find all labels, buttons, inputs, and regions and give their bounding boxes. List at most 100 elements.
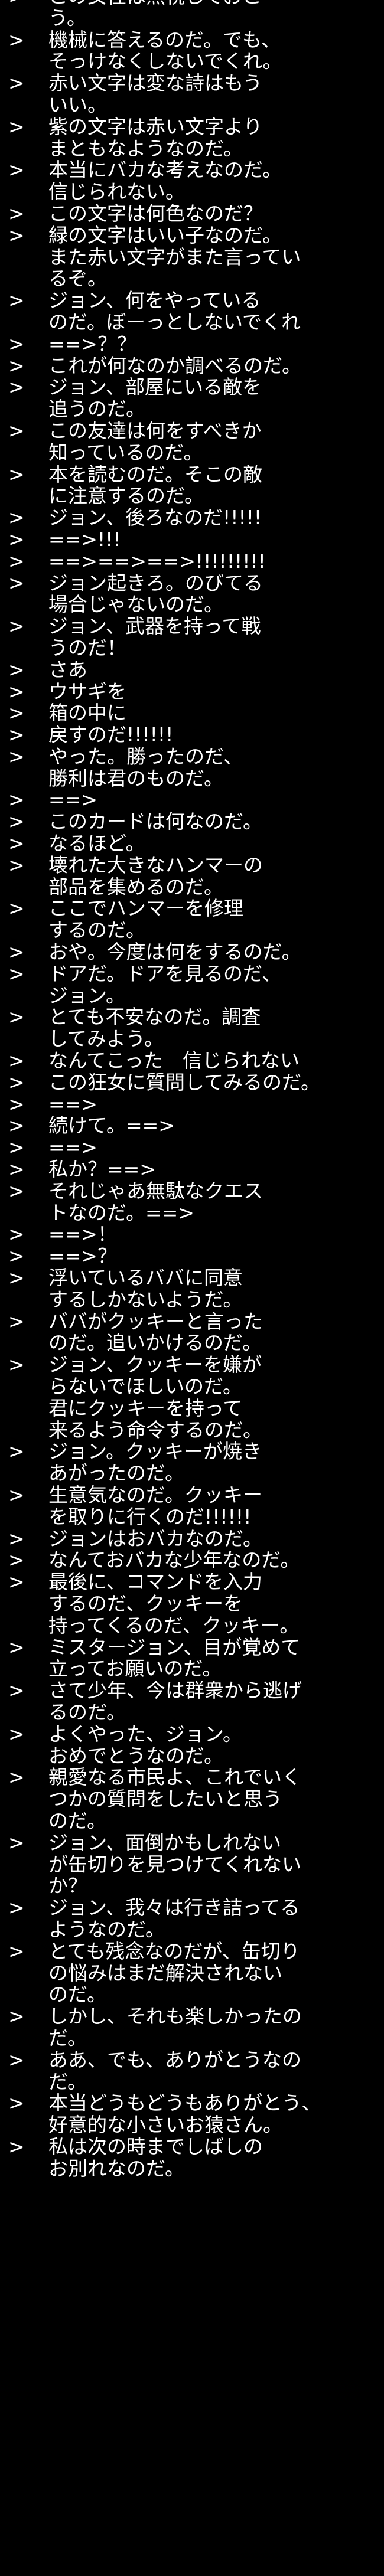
terminal-line-text: 親愛なる市民よ、これでいく — [48, 1767, 302, 1789]
terminal-line: お別れなのだ。 — [0, 2158, 384, 2180]
terminal-line: > ==>？？ — [0, 334, 384, 355]
terminal-line-text: ==>？ — [48, 1245, 117, 1268]
prompt-symbol: > — [8, 2136, 25, 2158]
terminal-line: > なんておバカな少年なのだ。 — [0, 1549, 384, 1571]
terminal-line: するしかないようだ。 — [0, 1289, 384, 1311]
terminal-line-text: この狂女に質問してみるのだ。 — [48, 1071, 321, 1094]
terminal-line-text: トなのだ。==> — [48, 1202, 194, 1224]
prompt-symbol: > — [8, 355, 25, 377]
terminal-line-text: やった。勝ったのだ、 — [48, 746, 243, 768]
terminal-line: > 本を読むのだ。そこの敵 — [0, 464, 384, 486]
terminal-line: > ババがクッキーと言った — [0, 1311, 384, 1333]
terminal-line-text: ジョン、武器を持って戦 — [48, 616, 261, 638]
terminal-line-text: だ。 — [48, 2027, 87, 2049]
terminal-line: > ==>！ — [0, 1224, 384, 1245]
terminal-line-text: さて少年、今は群衆から逃げ — [48, 1680, 302, 1702]
terminal-line: > 本当どうもどうもありがとう、 — [0, 2093, 384, 2114]
terminal-line: > ジョン、後ろなのだ!!!!! — [0, 507, 384, 529]
terminal-line: あがったのだ。 — [0, 1463, 384, 1485]
terminal-line-text: ジョンはおバカなのだ。 — [48, 1528, 263, 1550]
terminal-line-text: ジョン起きろ。のびてる — [48, 572, 263, 594]
terminal-line-text: だ。 — [48, 2071, 87, 2093]
prompt-symbol: > — [8, 811, 25, 833]
prompt-symbol: > — [8, 833, 25, 855]
terminal-line-text: 部品を集めるのだ。 — [48, 876, 224, 898]
terminal-line-text: 場合じゃないのだ。 — [48, 594, 224, 616]
prompt-symbol: > — [8, 1441, 25, 1463]
terminal-line-text: この女性は無視しておこ — [48, 0, 262, 8]
terminal-line: 持ってくるのだ、クッキー。 — [0, 1615, 384, 1637]
terminal-line: う。 — [0, 8, 384, 30]
terminal-line: のだ。ぼーっとしないでくれ — [0, 312, 384, 334]
terminal-line-text: さあ — [48, 659, 87, 681]
terminal-line-text: の悩みはまだ解決されない — [48, 1962, 282, 1985]
prompt-symbol: > — [8, 1180, 25, 1202]
terminal-line-text: 持ってくるのだ、クッキー。 — [48, 1614, 300, 1637]
terminal-line: > ==>!!! — [0, 529, 384, 551]
terminal-line-text: するのだ、クッキーを — [48, 1593, 243, 1615]
terminal-line-text: してみよう。 — [48, 1028, 164, 1051]
prompt-symbol: > — [8, 1310, 25, 1333]
terminal-line: つかの質問をしたいと思う — [0, 1789, 384, 1810]
terminal-line: らないでほしいのだ。 — [0, 1376, 384, 1398]
terminal-line: に注意するのだ。 — [0, 485, 384, 507]
terminal-line-text: ドアだ。ドアを見るのだ、 — [48, 963, 282, 985]
prompt-symbol: > — [8, 377, 25, 399]
prompt-symbol: > — [8, 550, 25, 573]
prompt-symbol: > — [8, 1571, 25, 1593]
terminal-line: > おや。今度は何をするのだ。 — [0, 942, 384, 963]
terminal-line: 信じられない。 — [0, 181, 384, 203]
terminal-line: > しかし、それも楽しかったの — [0, 2006, 384, 2028]
terminal-line-text: これが何なのか調べるのだ。 — [48, 355, 302, 377]
terminal-line-text: それじゃあ無駄なクエス — [48, 1180, 263, 1202]
terminal-line-text: のだ。 — [48, 1810, 107, 1832]
terminal-line: のだ。追いかけるのだ。 — [0, 1332, 384, 1354]
terminal-line: するのだ。 — [0, 920, 384, 942]
prompt-symbol: > — [8, 659, 25, 681]
prompt-symbol: > — [8, 116, 25, 138]
terminal-line: が缶切りを見つけてくれない — [0, 1854, 384, 1876]
terminal-line: > ==>==>==>!!!!!!!!! — [0, 551, 384, 573]
terminal-line: 部品を集めるのだ。 — [0, 877, 384, 898]
terminal-line-text: ババがクッキーと言った — [48, 1310, 263, 1333]
prompt-symbol: > — [8, 898, 25, 920]
terminal-line-text: 君にクッキーを持って — [48, 1397, 243, 1420]
terminal-line: 来るよう命令するのだ。 — [0, 1420, 384, 1441]
prompt-symbol: > — [8, 1832, 25, 1854]
terminal-line: いい。 — [0, 94, 384, 116]
terminal-line: > ここでハンマーを修理 — [0, 898, 384, 920]
terminal-line: のだ。 — [0, 1810, 384, 1832]
terminal-line-text: この文字は何色なのだ？ — [48, 202, 263, 225]
terminal-line: > 最後に、コマンドを入力 — [0, 1571, 384, 1593]
terminal-line-text: う。 — [48, 7, 87, 30]
terminal-line-text: 生意気なのだ。クッキー — [48, 1484, 263, 1506]
prompt-symbol: > — [8, 1767, 25, 1789]
prompt-symbol: > — [8, 1528, 25, 1550]
terminal-line-text: ジョン、面倒かもしれない — [48, 1832, 282, 1854]
terminal-line: > 私か？==> — [0, 1159, 384, 1181]
prompt-symbol: > — [8, 1636, 25, 1659]
terminal-line: > 本当にバカな考えなのだ。 — [0, 159, 384, 181]
prompt-symbol: > — [8, 2006, 25, 2028]
prompt-symbol: > — [8, 724, 25, 746]
terminal-line: するのだ、クッキーを — [0, 1593, 384, 1615]
terminal-line: > ウサギを — [0, 681, 384, 703]
prompt-symbol: > — [8, 1071, 25, 1094]
prompt-symbol: > — [8, 1093, 25, 1116]
prompt-symbol: > — [8, 1680, 25, 1702]
terminal-line-text: 追うのだ。 — [48, 398, 146, 420]
terminal-line-text: ==> — [48, 1093, 97, 1116]
terminal-line: 場合じゃないのだ。 — [0, 594, 384, 616]
terminal-line-text: なるほど。 — [48, 833, 145, 855]
terminal-line-text: おめでとうなのだ。 — [48, 1745, 224, 1767]
terminal-line: > 箱の中に — [0, 702, 384, 724]
terminal-line: > 浮いているババに同意 — [0, 1267, 384, 1289]
terminal-line-text: 続けて。==> — [48, 1115, 175, 1137]
prompt-symbol: > — [8, 963, 25, 985]
prompt-symbol: > — [8, 789, 25, 812]
prompt-symbol: > — [8, 1484, 25, 1506]
prompt-symbol: > — [8, 1723, 25, 1745]
terminal-line: うのだ！ — [0, 638, 384, 659]
terminal-line-text: ここでハンマーを修理 — [48, 898, 243, 920]
terminal-line: 好意的な小さいお猿さん。 — [0, 2114, 384, 2136]
